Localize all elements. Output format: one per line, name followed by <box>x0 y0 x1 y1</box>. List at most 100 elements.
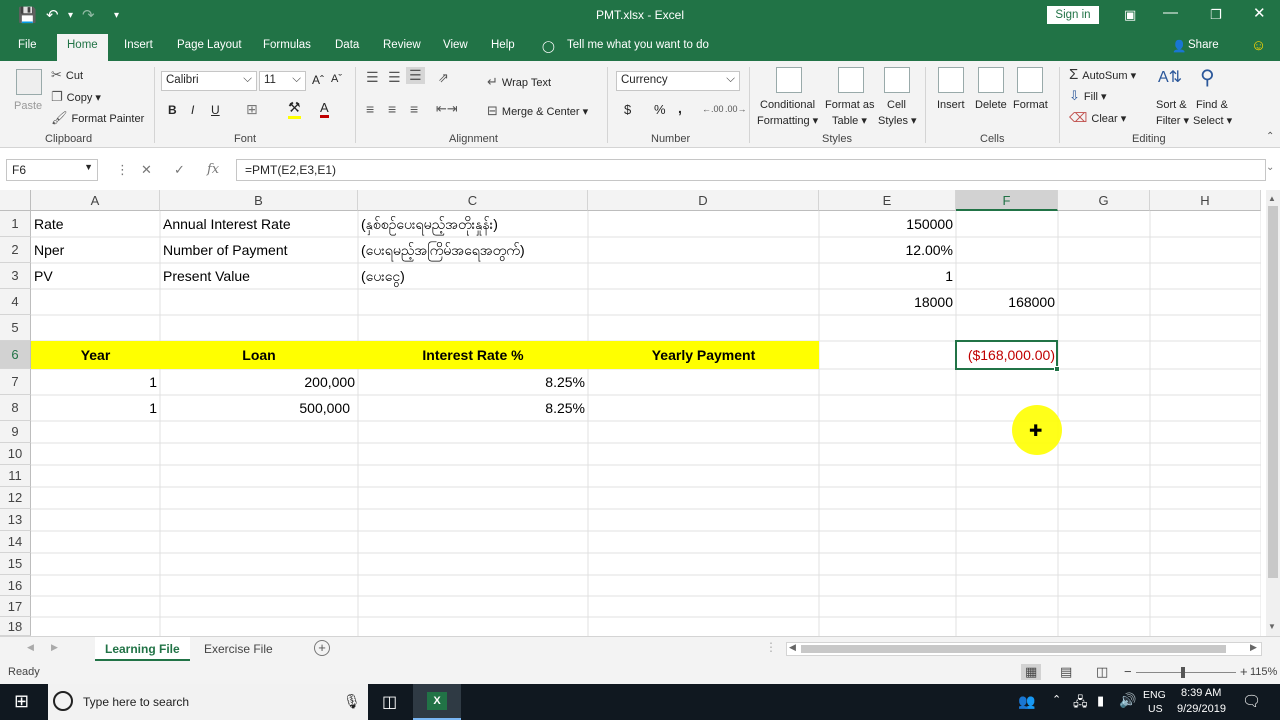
col-header-h[interactable]: H <box>1150 190 1261 211</box>
orientation-icon[interactable]: ⇗ <box>438 70 449 86</box>
cell-c7[interactable]: 8.25% <box>358 369 588 395</box>
language-indicator[interactable]: ENG <box>1143 689 1166 701</box>
expand-formula-icon[interactable]: ⌄ <box>1266 162 1274 173</box>
autosum-button[interactable]: Σ AutoSum ▾ <box>1069 66 1136 83</box>
smiley-icon[interactable]: ☺ <box>1251 37 1266 54</box>
align-top-icon[interactable]: ☰ <box>366 69 379 86</box>
conditional-formatting-icon[interactable] <box>776 67 802 93</box>
cancel-icon[interactable]: ✕ <box>141 162 152 178</box>
scroll-thumb[interactable] <box>1268 206 1278 578</box>
italic-button[interactable]: I <box>191 103 194 117</box>
comma-button[interactable]: , <box>678 100 682 116</box>
add-sheet-icon[interactable]: + <box>314 640 330 656</box>
row-header-13[interactable]: 13 <box>0 509 31 531</box>
people-icon[interactable]: 👥 <box>1018 693 1035 710</box>
tab-view[interactable]: View <box>443 39 468 51</box>
col-header-f[interactable]: F <box>956 190 1058 211</box>
clock-date[interactable]: 9/29/2019 <box>1177 703 1226 715</box>
zoom-level[interactable]: 115% <box>1250 666 1277 678</box>
minimize-icon[interactable]: — <box>1163 4 1178 21</box>
cell-styles-label2[interactable]: Styles ▾ <box>878 114 917 127</box>
row-header-16[interactable]: 16 <box>0 575 31 596</box>
row-header-7[interactable]: 7 <box>0 369 31 395</box>
borders-icon[interactable]: ⊞ <box>246 101 258 118</box>
share-button[interactable]: Share <box>1188 39 1219 51</box>
row-header-17[interactable]: 17 <box>0 596 31 617</box>
prev-sheet-icon[interactable]: ◀ <box>27 642 34 653</box>
sheet-tab-exercise-file[interactable]: Exercise File <box>194 637 283 661</box>
collapse-ribbon-icon[interactable]: ⌃ <box>1266 131 1274 142</box>
sign-in-button[interactable]: Sign in <box>1047 6 1099 24</box>
percent-button[interactable]: % <box>654 102 666 117</box>
zoom-slider[interactable] <box>1136 672 1236 673</box>
zoom-slider-thumb[interactable] <box>1181 667 1185 678</box>
h-scroll-thumb[interactable] <box>801 645 1226 653</box>
cell-a6[interactable]: Year <box>31 341 160 369</box>
tab-formulas[interactable]: Formulas <box>263 39 311 51</box>
sort-filter-icon[interactable]: A⇅ <box>1158 67 1182 87</box>
conditional-formatting-label2[interactable]: Formatting ▾ <box>757 114 818 127</box>
cell-a3[interactable]: PV <box>31 263 160 289</box>
page-break-view-icon[interactable]: ◫ <box>1096 664 1108 680</box>
row-header-12[interactable]: 12 <box>0 487 31 509</box>
font-color-icon[interactable]: A <box>320 100 329 118</box>
align-bottom-icon[interactable]: ☰ <box>406 67 425 84</box>
format-cells-icon[interactable] <box>1017 67 1043 93</box>
row-header-15[interactable]: 15 <box>0 553 31 575</box>
tab-file[interactable]: File <box>18 39 37 51</box>
align-left-icon[interactable]: ≡ <box>366 101 374 117</box>
tab-home[interactable]: Home <box>57 34 108 61</box>
normal-view-icon[interactable]: ▦ <box>1021 664 1042 680</box>
font-size-select[interactable]: 11 ⌵ <box>259 71 306 91</box>
merge-center-button[interactable]: ⊟ Merge & Center ▾ <box>487 103 588 119</box>
vertical-scrollbar[interactable]: ▲ ▼ <box>1266 190 1280 636</box>
cell-a8[interactable]: 1 <box>31 395 160 421</box>
sort-filter-label2[interactable]: Filter ▾ <box>1156 114 1189 127</box>
ribbon-display-icon[interactable]: ▣ <box>1124 7 1136 23</box>
clear-button[interactable]: ⌫ Clear ▾ <box>1069 110 1126 126</box>
insert-cells-button[interactable]: Insert <box>937 99 965 111</box>
tab-help[interactable]: Help <box>491 39 515 51</box>
col-header-d[interactable]: D <box>588 190 819 211</box>
row-header-5[interactable]: 5 <box>0 315 31 341</box>
col-header-g[interactable]: G <box>1058 190 1150 211</box>
col-header-a[interactable]: A <box>31 190 160 211</box>
row-header-11[interactable]: 11 <box>0 465 31 487</box>
zoom-in-icon[interactable]: + <box>1240 664 1248 679</box>
align-right-icon[interactable]: ≡ <box>410 101 418 117</box>
cell-b1[interactable]: Annual Interest Rate <box>160 211 358 237</box>
format-as-table-label2[interactable]: Table ▾ <box>832 114 867 127</box>
clock-time[interactable]: 8:39 AM <box>1181 687 1221 699</box>
decrease-decimal-icon[interactable]: .00→ <box>725 104 747 114</box>
sort-filter-label[interactable]: Sort & <box>1156 99 1187 111</box>
indent-icon[interactable]: ⇤⇥ <box>436 101 458 117</box>
row-header-3[interactable]: 3 <box>0 263 31 289</box>
name-box[interactable]: F6 ▼ <box>6 159 98 181</box>
tab-review[interactable]: Review <box>383 39 421 51</box>
cell-a1[interactable]: Rate <box>31 211 160 237</box>
copy-button[interactable]: ❐ Copy ▾ <box>51 89 101 105</box>
page-layout-view-icon[interactable]: ▤ <box>1060 664 1072 680</box>
decrease-font-icon[interactable]: Aˇ <box>331 73 342 85</box>
conditional-formatting-label[interactable]: Conditional <box>760 99 815 111</box>
number-format-select[interactable]: Currency ⌵ <box>616 71 740 91</box>
row-header-4[interactable]: 4 <box>0 289 31 315</box>
cell-f4[interactable]: 168000 <box>956 289 1058 315</box>
cell-styles-label[interactable]: Cell <box>887 99 906 111</box>
volume-icon[interactable]: 🔊 <box>1119 692 1136 709</box>
scroll-up-icon[interactable]: ▲ <box>1268 194 1276 203</box>
battery-icon[interactable]: ▮ <box>1097 693 1104 709</box>
cell-c8[interactable]: 8.25% <box>358 395 588 421</box>
cut-button[interactable]: ✂ Cut <box>51 67 83 83</box>
cell-d6[interactable]: Yearly Payment <box>588 341 819 369</box>
share-icon[interactable]: 👤 <box>1172 39 1186 53</box>
align-middle-icon[interactable]: ☰ <box>388 69 401 86</box>
zoom-out-icon[interactable]: − <box>1124 664 1132 679</box>
enter-icon[interactable]: ✓ <box>174 162 185 178</box>
next-sheet-icon[interactable]: ▶ <box>51 642 58 653</box>
find-select-label2[interactable]: Select ▾ <box>1193 114 1232 127</box>
tab-insert[interactable]: Insert <box>124 39 153 51</box>
cell-b8[interactable]: 500,000 <box>160 395 358 421</box>
format-cells-button[interactable]: Format <box>1013 99 1048 111</box>
formula-input[interactable]: =PMT(E2,E3,E1) <box>236 159 1266 181</box>
